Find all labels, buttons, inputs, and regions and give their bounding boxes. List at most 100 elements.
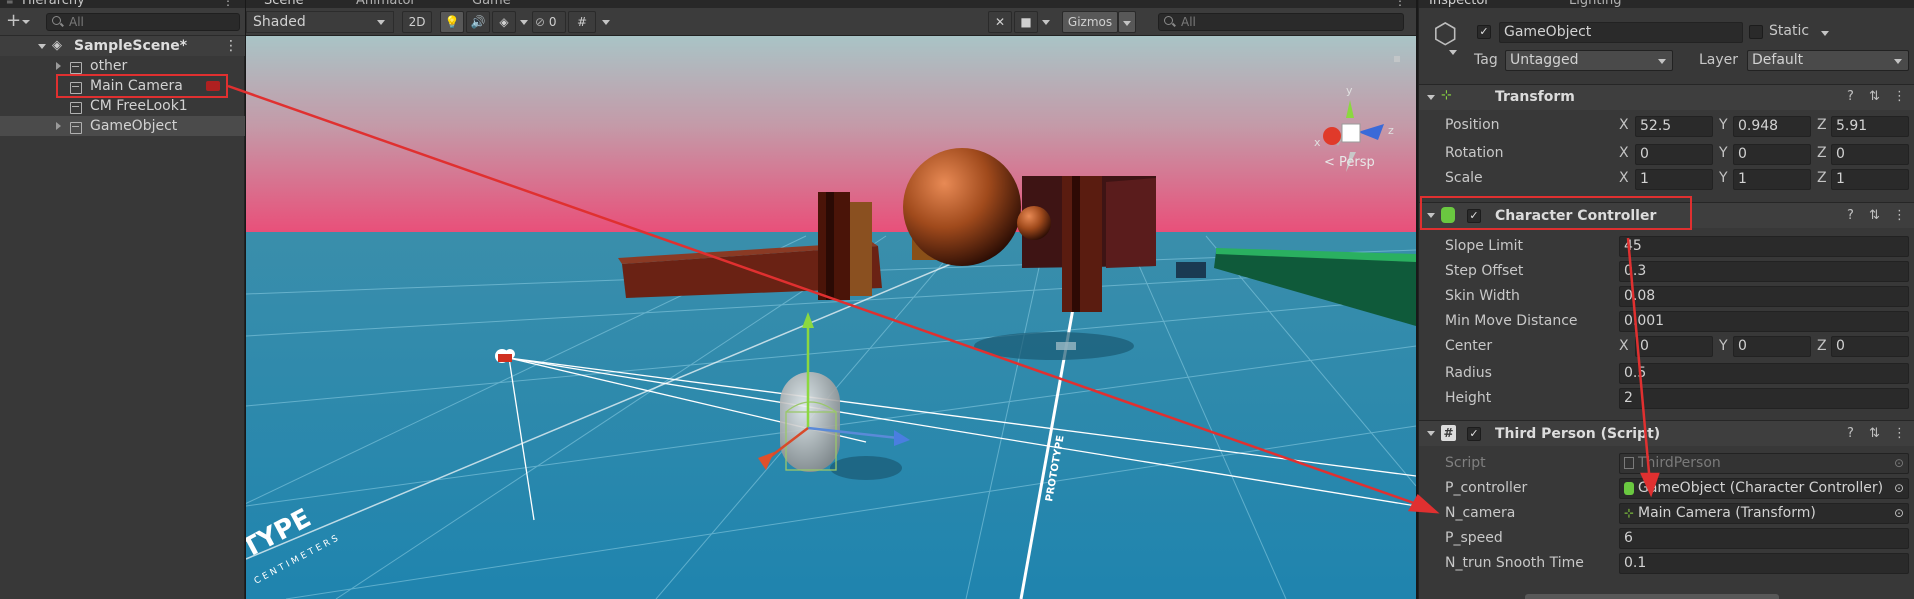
audio-toggle-button[interactable]: 🔊 bbox=[466, 11, 490, 33]
projection-label[interactable]: < Persp bbox=[1324, 155, 1375, 170]
scene-camera-gizmo[interactable] bbox=[495, 349, 515, 363]
hierarchy-item-other[interactable]: other bbox=[0, 56, 245, 76]
player-capsule[interactable] bbox=[780, 372, 840, 472]
static-checkbox[interactable] bbox=[1749, 25, 1763, 39]
position-y-field[interactable]: 0.948 bbox=[1733, 116, 1811, 137]
effects-dropdown-icon[interactable] bbox=[520, 20, 528, 25]
expand-arrow-icon[interactable] bbox=[56, 122, 61, 130]
p-speed-label: P_speed bbox=[1445, 530, 1503, 546]
toggle-2d-button[interactable]: 2D bbox=[402, 11, 432, 33]
tab-game[interactable]: Game bbox=[472, 0, 511, 8]
transform-header[interactable]: ⊹ Transform ? ⇅ ⋮ bbox=[1419, 84, 1914, 110]
object-name-field[interactable]: GameObject bbox=[1499, 22, 1743, 43]
gizmos-dropdown[interactable] bbox=[1118, 11, 1136, 33]
object-picker-icon[interactable]: ⊙ bbox=[1894, 504, 1904, 523]
n-trun-field[interactable]: 0.1 bbox=[1619, 553, 1909, 574]
tab-scene[interactable]: Scene bbox=[264, 0, 304, 8]
shading-mode-dropdown[interactable]: Shaded bbox=[246, 11, 394, 33]
layer-dropdown[interactable]: Default bbox=[1747, 50, 1909, 71]
hierarchy-item-gameobject[interactable]: GameObject bbox=[0, 116, 245, 136]
rotation-y-field[interactable]: 0 bbox=[1733, 144, 1811, 165]
skin-width-field[interactable]: 0.08 bbox=[1619, 286, 1909, 307]
preset-icon[interactable]: ⇅ bbox=[1869, 89, 1880, 104]
hidden-objects-button[interactable]: ⊘ 0 bbox=[532, 11, 566, 33]
scene-menu-icon[interactable]: ⋮ bbox=[224, 36, 238, 56]
tab-animator[interactable]: Animator bbox=[356, 0, 416, 8]
script-label: Script bbox=[1445, 455, 1486, 471]
static-label: Static bbox=[1769, 23, 1810, 39]
rotation-x-field[interactable]: 0 bbox=[1635, 144, 1713, 165]
add-component-button[interactable] bbox=[1525, 594, 1779, 599]
scale-x-field[interactable]: 1 bbox=[1635, 169, 1713, 190]
active-checkbox[interactable]: ✓ bbox=[1477, 25, 1491, 39]
scene-viewport[interactable]: TYPE CENTIMETERS PROTOTYPE y x z < Persp bbox=[246, 36, 1416, 599]
tab-inspector[interactable]: Inspector bbox=[1429, 0, 1490, 8]
scene-row[interactable]: ◈ SampleScene* ⋮ bbox=[0, 36, 245, 56]
component-menu-icon[interactable]: ⋮ bbox=[1893, 89, 1906, 104]
camera-dropdown-icon[interactable] bbox=[1042, 20, 1050, 25]
preset-icon[interactable]: ⇅ bbox=[1869, 426, 1880, 441]
speaker-icon: 🔊 bbox=[470, 15, 486, 29]
grid-toggle-button[interactable]: # bbox=[568, 11, 596, 33]
height-field[interactable]: 2 bbox=[1619, 388, 1909, 409]
add-object-button[interactable]: + bbox=[6, 12, 21, 30]
axis-y-label: Y bbox=[1719, 145, 1728, 161]
third-person-header[interactable]: # ✓ Third Person (Script) ? ⇅ ⋮ bbox=[1419, 420, 1914, 446]
scene-render[interactable]: TYPE CENTIMETERS PROTOTYPE y x z < Persp bbox=[246, 36, 1416, 599]
tag-dropdown[interactable]: Untagged bbox=[1505, 50, 1673, 71]
camera-settings-button[interactable]: ■ bbox=[1014, 11, 1038, 33]
center-z-field[interactable]: 0 bbox=[1831, 336, 1909, 357]
inspector-panel: Inspector Lighting ⬡ ✓ GameObject Static… bbox=[1418, 0, 1914, 599]
center-x-field[interactable]: 0 bbox=[1635, 336, 1713, 357]
tab-lighting[interactable]: Lighting bbox=[1569, 0, 1622, 8]
scale-y-field[interactable]: 1 bbox=[1733, 169, 1811, 190]
min-move-distance-field[interactable]: 0.001 bbox=[1619, 311, 1909, 332]
effects-toggle-button[interactable]: ◈ bbox=[492, 11, 516, 33]
step-offset-field[interactable]: 0.3 bbox=[1619, 261, 1909, 282]
collapse-icon[interactable] bbox=[1427, 95, 1435, 100]
scale-z-field[interactable]: 1 bbox=[1831, 169, 1909, 190]
position-z-field[interactable]: 5.91 bbox=[1831, 116, 1909, 137]
preset-icon[interactable]: ⇅ bbox=[1869, 208, 1880, 223]
third-person-enabled-checkbox[interactable]: ✓ bbox=[1467, 427, 1481, 441]
static-dropdown-icon[interactable] bbox=[1821, 31, 1829, 36]
third-person-title: Third Person (Script) bbox=[1495, 426, 1661, 442]
p-speed-field[interactable]: 6 bbox=[1619, 528, 1909, 549]
object-picker-icon[interactable]: ⊙ bbox=[1894, 479, 1904, 498]
scene-tab-menu-icon[interactable]: ⋮ bbox=[1394, 0, 1406, 8]
help-icon[interactable]: ? bbox=[1847, 426, 1854, 441]
chevron-down-icon bbox=[1894, 59, 1902, 64]
scene-name: SampleScene* bbox=[74, 38, 188, 54]
lighting-toggle-button[interactable]: 💡 bbox=[440, 11, 464, 33]
p-controller-field[interactable]: GameObject (Character Controller) ⊙ bbox=[1619, 478, 1909, 499]
hierarchy-tab-strip: ≡ Hierarchy ⋮ bbox=[0, 0, 245, 8]
component-menu-icon[interactable]: ⋮ bbox=[1893, 208, 1906, 223]
add-dropdown-icon[interactable] bbox=[22, 20, 30, 24]
hierarchy-item-cm-freelook1[interactable]: CM FreeLook1 bbox=[0, 96, 245, 116]
hierarchy-tab-menu-icon[interactable]: ⋮ bbox=[222, 0, 234, 8]
position-x-field[interactable]: 52.5 bbox=[1635, 116, 1713, 137]
icon-dropdown-icon[interactable] bbox=[1449, 50, 1457, 55]
pillar bbox=[850, 202, 872, 296]
hidden-count: 0 bbox=[548, 15, 557, 29]
hierarchy-tab[interactable]: Hierarchy bbox=[0, 0, 85, 8]
n-camera-field[interactable]: ⊹ Main Camera (Transform) ⊙ bbox=[1619, 503, 1909, 524]
small-sphere bbox=[1017, 206, 1051, 240]
gizmos-button[interactable]: Gizmos bbox=[1062, 11, 1118, 33]
expand-arrow-icon[interactable] bbox=[56, 62, 61, 70]
scene-search-input[interactable]: All bbox=[1158, 13, 1404, 31]
center-y-field[interactable]: 0 bbox=[1733, 336, 1811, 357]
grid-dropdown-icon[interactable] bbox=[602, 20, 610, 25]
tag-value: Untagged bbox=[1510, 52, 1579, 68]
slope-limit-field[interactable]: 45 bbox=[1619, 236, 1909, 257]
back-panel bbox=[1106, 178, 1156, 268]
collapse-icon[interactable] bbox=[1427, 431, 1435, 436]
rotation-z-field[interactable]: 0 bbox=[1831, 144, 1909, 165]
component-menu-icon[interactable]: ⋮ bbox=[1893, 426, 1906, 441]
help-icon[interactable]: ? bbox=[1847, 89, 1854, 104]
hierarchy-search-input[interactable]: All bbox=[46, 13, 240, 31]
tools-button[interactable]: ✕ bbox=[988, 11, 1012, 33]
help-icon[interactable]: ? bbox=[1847, 208, 1854, 223]
radius-field[interactable]: 0.5 bbox=[1619, 363, 1909, 384]
scene-expand-icon[interactable] bbox=[38, 44, 46, 49]
